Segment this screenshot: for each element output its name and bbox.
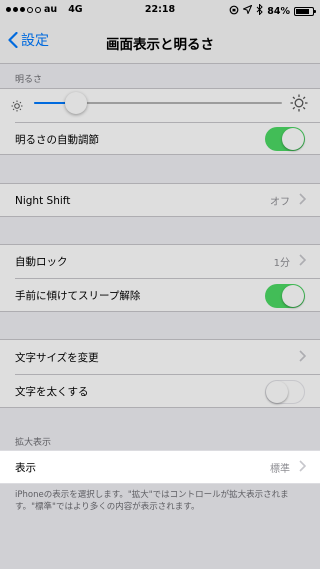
chevron-right-icon <box>299 193 307 208</box>
lock-group: 自動ロック 1分 手前に傾けてスリープ解除 <box>0 244 320 312</box>
location-icon <box>242 4 253 17</box>
brightness-low-icon <box>11 97 23 116</box>
raise-to-wake-row: 手前に傾けてスリープ解除 <box>0 279 320 312</box>
zoom-footer-note: iPhoneの表示を選択します。"拡大"ではコントロールが拡大表示されます。"標… <box>15 490 289 512</box>
bluetooth-icon <box>256 3 263 18</box>
auto-lock-value: 1分 <box>273 258 290 269</box>
bold-text-label: 文字を太くする <box>15 386 89 398</box>
auto-lock-label: 自動ロック <box>15 256 68 268</box>
text-group: 文字サイズを変更 文字を太くする <box>0 339 320 408</box>
night-shift-row[interactable]: Night Shift オフ <box>0 184 320 217</box>
night-shift-label: Night Shift <box>15 194 71 207</box>
navigation-bar: 設定 画面表示と明るさ <box>0 20 320 64</box>
chevron-right-icon <box>299 254 307 269</box>
chevron-right-icon <box>299 349 307 365</box>
brightness-high-icon <box>290 94 308 116</box>
bold-text-row: 文字を太くする <box>0 375 320 408</box>
night-shift-group: Night Shift オフ <box>0 183 320 217</box>
text-size-row[interactable]: 文字サイズを変更 <box>0 340 320 374</box>
brightness-group: 明るさの自動調節 <box>0 88 320 155</box>
status-right: 84% <box>229 3 316 18</box>
battery-percent: 84% <box>267 5 290 17</box>
page-title: 画面表示と明るさ <box>106 37 214 53</box>
zoom-view-label: 表示 <box>15 462 36 474</box>
auto-brightness-row: 明るさの自動調節 <box>0 123 320 155</box>
auto-brightness-label: 明るさの自動調節 <box>15 133 99 146</box>
raise-to-wake-toggle[interactable] <box>265 283 305 308</box>
brightness-slider[interactable] <box>34 92 282 114</box>
zoom-view-value: 標準 <box>270 464 290 475</box>
brightness-header: 明るさ <box>15 75 43 85</box>
rotation-lock-icon <box>229 5 239 18</box>
battery-icon <box>294 6 316 16</box>
bold-text-toggle[interactable] <box>265 379 305 404</box>
zoom-header: 拡大表示 <box>15 438 52 448</box>
chevron-right-icon <box>299 460 307 475</box>
night-shift-value: オフ <box>270 197 290 208</box>
auto-brightness-toggle[interactable] <box>265 127 305 151</box>
zoom-group: 表示 標準 <box>0 450 320 484</box>
status-bar: au 4G 22:18 84% <box>0 0 320 20</box>
auto-lock-row[interactable]: 自動ロック 1分 <box>0 245 320 278</box>
text-size-label: 文字サイズを変更 <box>15 351 99 364</box>
zoom-view-row[interactable]: 表示 標準 <box>0 451 320 484</box>
slider-thumb[interactable] <box>65 92 88 114</box>
raise-to-wake-label: 手前に傾けてスリープ解除 <box>15 290 141 302</box>
